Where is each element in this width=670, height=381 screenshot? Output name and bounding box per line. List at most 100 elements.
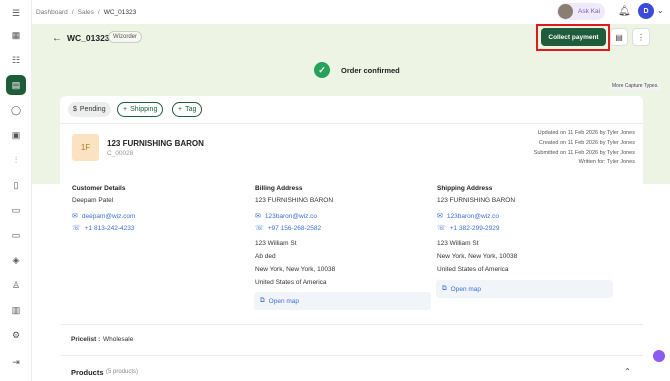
divider xyxy=(60,355,643,356)
billing-address-title: Billing Address xyxy=(255,185,303,192)
customer-email: deepam@wiz.com xyxy=(81,212,136,220)
shipping-address-title: Shipping Address xyxy=(437,185,493,192)
business-name[interactable]: 123 FURNISHING BARON xyxy=(107,139,204,148)
user-manage-icon[interactable]: ♙ xyxy=(9,278,23,292)
shipping-line1: 123 William St xyxy=(437,240,479,247)
status-label: Pending xyxy=(79,106,106,113)
capture-types-tooltip: More Capture Types. xyxy=(610,82,661,90)
products-section-title: Products xyxy=(71,368,104,377)
logout-icon[interactable]: ⇥ xyxy=(9,355,23,369)
customer-email-link[interactable]: ✉ deepam@wiz.com xyxy=(72,212,136,221)
order-status-text: Order confirmed xyxy=(341,66,400,75)
boxes-icon[interactable]: ◈ xyxy=(9,253,23,267)
billing-phone-link[interactable]: ☏ +97 156-268-2582 xyxy=(255,224,322,233)
ask-kai-label: Ask Kai xyxy=(578,8,601,15)
pricelist-value: Wholesale xyxy=(103,336,134,343)
billing-phone: +97 156-268-2582 xyxy=(267,224,322,232)
breadcrumb-dashboard[interactable]: Dashboard xyxy=(36,9,68,16)
mail-icon: ✉ xyxy=(437,213,443,220)
shipping-email: 123baron@wiz.co xyxy=(446,212,500,220)
phone-icon: ☏ xyxy=(255,225,264,232)
billing-open-map-button[interactable]: ⧉ Open map xyxy=(254,292,431,310)
dashboard-icon[interactable]: ▦ xyxy=(9,28,23,42)
customers-icon[interactable]: ◯ xyxy=(9,103,23,117)
shipping-company: 123 FURNISHING BARON xyxy=(437,197,516,204)
shipping-line2: New York, New York, 10038 xyxy=(437,253,518,260)
submitted-info: Submitted on 11 Feb 2026 by Tyler Jones xyxy=(533,150,635,156)
breadcrumb-sales[interactable]: Sales xyxy=(78,9,94,16)
divider xyxy=(60,324,643,325)
external-link-icon: ⧉ xyxy=(442,285,447,292)
order-details-card: $ Pending + Shipping + Tag 1F 123 FURNIS… xyxy=(60,96,643,381)
more-options-icon[interactable]: ⋮ xyxy=(632,28,650,46)
external-link-icon: ⧉ xyxy=(260,297,265,304)
billing-email-link[interactable]: ✉ 123baron@wiz.co xyxy=(255,212,318,221)
plus-icon: + xyxy=(178,106,183,113)
phone-icon: ☏ xyxy=(72,225,81,232)
shipping-phone-link[interactable]: ☏ +1 382-299-2929 xyxy=(437,224,500,233)
store-icon[interactable]: ▥ xyxy=(9,303,23,317)
catalog-icon[interactable]: ▣ xyxy=(9,128,23,142)
chevron-up-icon[interactable]: ⌃ xyxy=(624,367,631,376)
status-badge[interactable]: $ Pending xyxy=(68,102,111,117)
collect-payment-button[interactable]: Collect payment xyxy=(541,28,606,46)
breadcrumb: Dashboard / Sales / WC_01323 xyxy=(36,9,136,16)
phone-icon: ☏ xyxy=(437,225,446,232)
business-code: C_00028 xyxy=(107,150,134,157)
add-tag-label: Tag xyxy=(185,106,197,113)
business-avatar: 1F xyxy=(72,134,99,161)
bell-icon[interactable]: 🔔︎ xyxy=(618,6,631,17)
shipping-phone: +1 382-299-2929 xyxy=(449,224,500,232)
assistant-orb-icon[interactable] xyxy=(653,350,665,362)
open-map-label: Open map xyxy=(268,297,300,305)
settings-sliders-icon[interactable]: ⫶ xyxy=(9,153,23,167)
back-arrow-icon[interactable]: ← xyxy=(52,33,62,44)
shipping-line3: United States of America xyxy=(437,266,509,273)
pdf-icon[interactable]: ▤ xyxy=(610,28,628,46)
document-search-icon[interactable]: ▭ xyxy=(9,203,23,217)
written-for-info: Written for: Tyler Jones xyxy=(578,159,635,165)
list-icon[interactable]: ☷ xyxy=(9,53,23,67)
customer-details-title: Customer Details xyxy=(72,185,126,192)
customer-name: Deepam Patel xyxy=(72,197,114,204)
add-tag-button[interactable]: + Tag xyxy=(172,102,203,117)
chevron-down-icon[interactable]: ⌄ xyxy=(657,6,664,15)
divider xyxy=(60,123,643,124)
user-avatar[interactable]: D xyxy=(638,3,654,19)
mail-icon: ✉ xyxy=(255,213,261,220)
open-map-label: Open map xyxy=(450,285,482,293)
pricelist-label: Pricelist : xyxy=(71,336,101,343)
customer-phone: +1 813-242-4233 xyxy=(84,224,135,232)
shipping-email-link[interactable]: ✉ 123baron@wiz.co xyxy=(437,212,500,221)
ask-kai-button[interactable]: Ask Kai xyxy=(557,3,605,20)
billing-email: 123baron@wiz.co xyxy=(264,212,318,220)
breadcrumb-current: WC_01323 xyxy=(103,9,137,16)
plus-icon: + xyxy=(123,106,128,113)
updated-info: Updated on 11 Feb 2026 by Tyler Jones xyxy=(537,130,635,136)
sidebar: ☰ ▦ ☷ ▤ ◯ ▣ ⫶ ▯ ▭ ▭ ◈ ♙ ▥ ⚙ ⇥ xyxy=(0,0,32,381)
shipping-open-map-button[interactable]: ⧉ Open map xyxy=(436,280,613,298)
assistant-avatar xyxy=(558,4,573,19)
billing-line4: United States of America xyxy=(255,279,327,286)
gear-icon[interactable]: ⚙ xyxy=(9,328,23,342)
sales-icon[interactable]: ▤ xyxy=(6,75,26,95)
billing-line1: 123 William St xyxy=(255,240,297,247)
order-id: WC_01323 xyxy=(67,33,110,43)
billing-company: 123 FURNISHING BARON xyxy=(255,197,334,204)
mail-icon: ✉ xyxy=(72,213,78,220)
dollar-icon: $ xyxy=(73,106,77,113)
billing-line3: New York, New York, 10038 xyxy=(255,266,336,273)
clipboard-icon[interactable]: ▯ xyxy=(9,178,23,192)
check-circle-icon: ✓ xyxy=(314,62,330,78)
menu-icon[interactable]: ☰ xyxy=(9,6,23,20)
billing-line2: Ab ded xyxy=(255,253,276,260)
add-shipping-label: Shipping xyxy=(130,106,158,113)
breadcrumb-separator: / xyxy=(71,9,74,16)
customer-phone-link[interactable]: ☏ +1 813-242-4233 xyxy=(72,224,135,233)
created-info: Created on 11 Feb 2026 by Tyler Jones xyxy=(538,140,635,146)
breadcrumb-separator: / xyxy=(97,9,100,16)
order-source-tag: Wizorder xyxy=(108,31,143,43)
folder-icon[interactable]: ▭ xyxy=(9,228,23,242)
products-count: (5 products) xyxy=(106,369,139,375)
add-shipping-button[interactable]: + Shipping xyxy=(117,102,164,117)
